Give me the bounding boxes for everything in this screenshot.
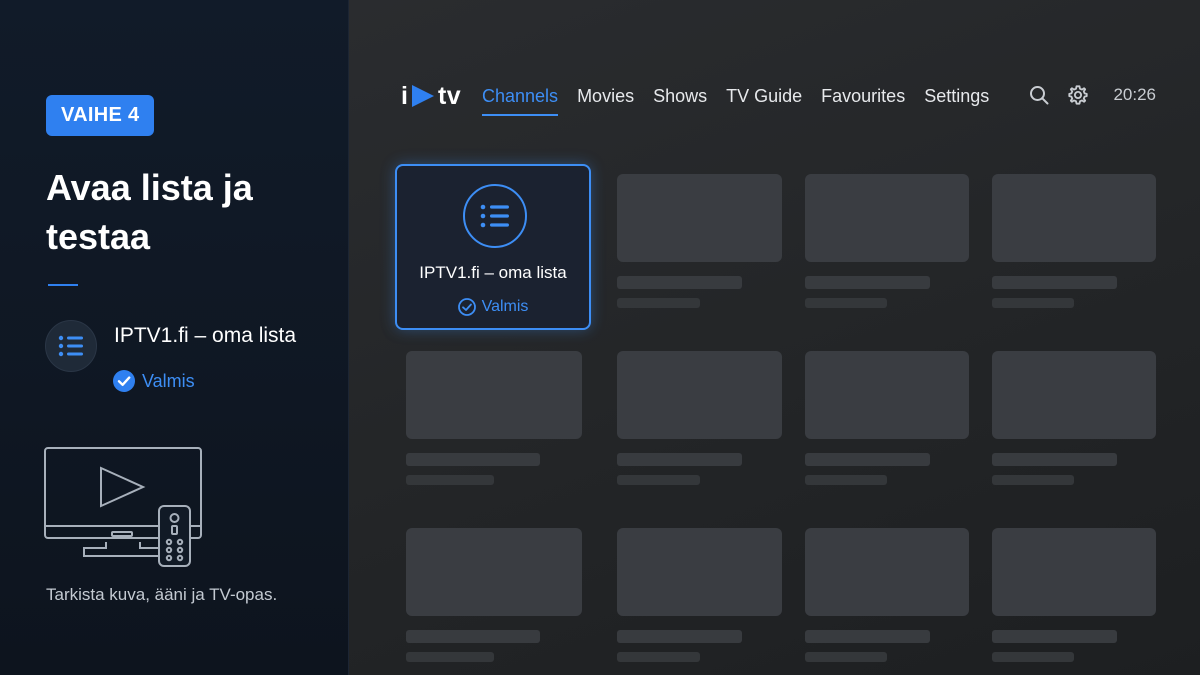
guide-footer: Tarkista kuva, ääni ja TV-opas. <box>46 585 278 604</box>
placeholder-subtitle-line <box>617 475 700 485</box>
placeholder-title-line <box>406 630 540 643</box>
placeholder-subtitle-line <box>617 652 700 662</box>
card-status-label: Valmis <box>481 298 529 315</box>
placeholder-subtitle-line <box>805 652 887 662</box>
placeholder-thumbnail[interactable] <box>617 351 782 439</box>
tab-settings[interactable]: Settings <box>924 86 989 116</box>
placeholder-title-line <box>617 276 742 289</box>
guide-status: Valmis <box>113 370 195 392</box>
search-icon[interactable] <box>1029 85 1049 105</box>
app-screen: i tv Channels Movies Shows TV Guide Favo… <box>349 0 1200 675</box>
list-icon <box>45 320 97 372</box>
play-logo-icon <box>411 85 434 107</box>
placeholder-title-line <box>992 276 1117 289</box>
top-right-controls: 20:26 <box>1029 84 1156 106</box>
placeholder-subtitle-line <box>992 475 1074 485</box>
placeholder-title-line <box>992 630 1117 643</box>
placeholder-thumbnail[interactable] <box>992 528 1156 616</box>
check-circle-icon <box>457 298 476 316</box>
guide-title: Avaa lista ja testaa <box>46 167 253 257</box>
placeholder-title-line <box>617 453 742 466</box>
check-circle-icon <box>113 370 135 392</box>
main-nav: Channels Movies Shows TV Guide Favourite… <box>482 86 1008 116</box>
logo-tv: tv <box>437 81 462 110</box>
logo-i: i <box>401 81 408 110</box>
placeholder-title-line <box>805 630 930 643</box>
guide-status-label: Valmis <box>142 370 195 391</box>
placeholder-title-line <box>406 453 540 466</box>
tab-tv-guide[interactable]: TV Guide <box>726 86 802 116</box>
guide-panel: VAIHE 4 Avaa lista ja testaa IPTV1.fi – … <box>0 0 349 675</box>
app-logo[interactable]: i tv <box>401 82 461 110</box>
placeholder-thumbnail[interactable] <box>617 528 782 616</box>
placeholder-thumbnail[interactable] <box>406 351 582 439</box>
tv-remote-icon <box>44 446 204 573</box>
guide-divider <box>48 284 78 286</box>
placeholder-title-line <box>617 630 742 643</box>
tab-favourites[interactable]: Favourites <box>821 86 905 116</box>
placeholder-subtitle-line <box>805 298 887 308</box>
placeholder-thumbnail[interactable] <box>617 174 782 262</box>
tab-shows[interactable]: Shows <box>653 86 707 116</box>
step-badge: VAIHE 4 <box>46 95 155 136</box>
placeholder-thumbnail[interactable] <box>992 351 1156 439</box>
placeholder-title-line <box>805 453 930 466</box>
placeholder-thumbnail[interactable] <box>406 528 582 616</box>
clock: 20:26 <box>1113 85 1156 104</box>
placeholder-thumbnail[interactable] <box>805 174 969 262</box>
placeholder-thumbnail[interactable] <box>992 174 1156 262</box>
list-icon <box>463 184 527 248</box>
tab-channels[interactable]: Channels <box>482 86 559 116</box>
gear-icon[interactable] <box>1067 84 1089 106</box>
placeholder-title-line <box>992 453 1117 466</box>
placeholder-subtitle-line <box>992 652 1074 662</box>
guide-list-name: IPTV1.fi – oma lista <box>114 324 297 347</box>
playlist-card-selected[interactable]: IPTV1.fi – oma lista Valmis <box>395 164 591 330</box>
placeholder-thumbnail[interactable] <box>805 351 969 439</box>
placeholder-subtitle-line <box>805 475 887 485</box>
card-title: IPTV1.fi – oma lista <box>419 263 567 282</box>
placeholder-subtitle-line <box>406 652 494 662</box>
tab-movies[interactable]: Movies <box>577 86 634 116</box>
placeholder-title-line <box>805 276 930 289</box>
card-status: Valmis <box>397 298 589 316</box>
placeholder-subtitle-line <box>992 298 1074 308</box>
placeholder-thumbnail[interactable] <box>805 528 969 616</box>
placeholder-subtitle-line <box>617 298 700 308</box>
placeholder-subtitle-line <box>406 475 494 485</box>
